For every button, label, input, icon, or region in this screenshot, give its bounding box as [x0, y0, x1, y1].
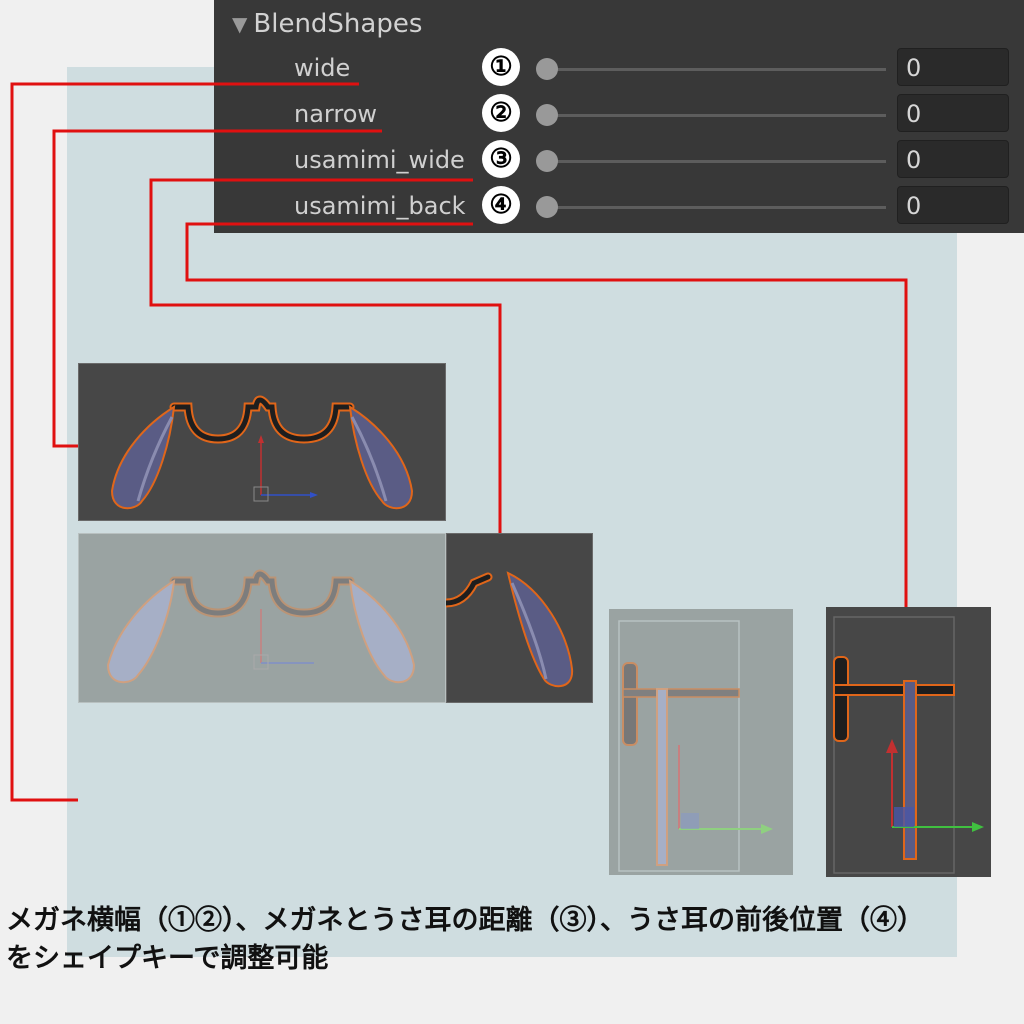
- value-field[interactable]: 0: [897, 186, 1009, 224]
- slider-handle[interactable]: [536, 58, 558, 80]
- circled-number-marker: ③: [482, 140, 520, 178]
- caption-line-2: をシェイプキーで調整可能: [6, 943, 329, 974]
- blendshape-row-usamimi-back: usamimi_back ④ 0: [214, 184, 1024, 230]
- blendshape-label: usamimi_wide: [294, 146, 465, 174]
- blendshape-label: wide: [294, 54, 351, 82]
- caption-line-1: メガネ横幅（①②）、メガネとうさ耳の距離（③）、うさ耳の前後位置（④）: [6, 905, 924, 936]
- blendshape-row-wide: wide ① 0: [214, 46, 1024, 92]
- blendshape-label: usamimi_back: [294, 192, 466, 220]
- circled-number-marker: ④: [482, 186, 520, 224]
- circled-number-marker: ①: [482, 48, 520, 86]
- blendshapes-header-label: BlendShapes: [253, 9, 423, 39]
- viewport-side-default: [609, 609, 793, 875]
- viewport-usamimi-wide: [446, 533, 593, 703]
- viewport-default-glasses: [78, 533, 446, 703]
- slider-handle[interactable]: [536, 104, 558, 126]
- foldout-triangle-icon[interactable]: ▼: [232, 12, 247, 36]
- viewport-narrow-glasses: [78, 363, 446, 521]
- value-field[interactable]: 0: [897, 48, 1009, 86]
- blendshape-row-usamimi-wide: usamimi_wide ③ 0: [214, 138, 1024, 184]
- slider-handle[interactable]: [536, 150, 558, 172]
- slider-handle[interactable]: [536, 196, 558, 218]
- caption: メガネ横幅（①②）、メガネとうさ耳の距離（③）、うさ耳の前後位置（④） をシェイ…: [6, 902, 1016, 978]
- value-field[interactable]: 0: [897, 94, 1009, 132]
- slider-track[interactable]: [550, 114, 886, 117]
- slider-track[interactable]: [550, 160, 886, 163]
- blendshape-label: narrow: [294, 100, 378, 128]
- value-field[interactable]: 0: [897, 140, 1009, 178]
- viewport-usamimi-back: [826, 607, 991, 877]
- blendshapes-foldout[interactable]: ▼ BlendShapes: [232, 8, 422, 40]
- blendshape-row-narrow: narrow ② 0: [214, 92, 1024, 138]
- slider-track[interactable]: [550, 206, 886, 209]
- circled-number-marker: ②: [482, 94, 520, 132]
- slider-track[interactable]: [550, 68, 886, 71]
